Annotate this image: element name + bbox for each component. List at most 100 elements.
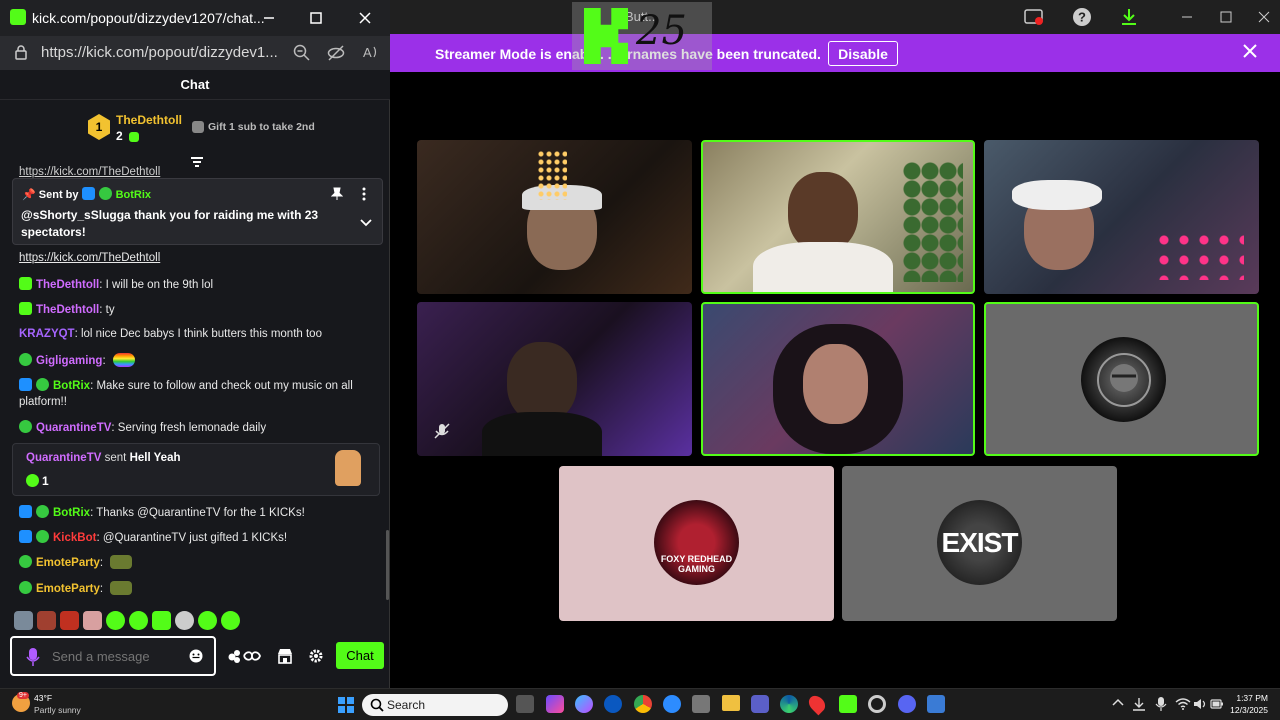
chat-username[interactable]: TheDethtoll (36, 279, 99, 291)
kicks-icon[interactable] (227, 648, 263, 669)
minimize-icon[interactable] (1176, 6, 1198, 28)
maximize-icon[interactable] (1215, 6, 1237, 28)
emote-slot[interactable] (152, 611, 171, 630)
chat-link-message[interactable]: https://kick.com/TheDethtoll (19, 252, 160, 264)
popout-minimize-icon[interactable] (258, 7, 280, 29)
emote-slot[interactable] (106, 611, 125, 630)
verified-badge-icon (19, 420, 32, 433)
chat-scrollbar[interactable] (386, 530, 389, 600)
bot-badge-icon (19, 505, 32, 518)
pinned-app-icon[interactable] (927, 695, 945, 713)
store-app-icon[interactable] (692, 695, 710, 713)
page-info-icon[interactable] (14, 45, 28, 66)
read-aloud-icon[interactable]: A (362, 43, 380, 64)
partial-link[interactable]: https://kick.com/TheDethtoll (19, 166, 160, 178)
maps-pin-icon[interactable] (805, 692, 829, 716)
help-icon[interactable]: ? (1071, 6, 1093, 28)
emote-slot[interactable] (198, 611, 217, 630)
emote-slot[interactable] (60, 611, 79, 630)
discord-icon[interactable] (898, 695, 916, 713)
zoom-out-icon[interactable] (293, 44, 311, 67)
screen-record-icon[interactable] (1023, 6, 1045, 28)
emote-slot[interactable] (37, 611, 56, 630)
popout-url[interactable]: https://kick.com/popout/dizzydev1... (41, 44, 278, 61)
mic-icon[interactable] (26, 647, 40, 672)
video-tile-6[interactable] (984, 302, 1259, 456)
weather-temp[interactable]: 43°F (34, 693, 52, 703)
popout-close-icon[interactable] (354, 7, 376, 29)
chat-message: EmoteParty: (19, 555, 133, 569)
start-icon[interactable] (338, 697, 354, 718)
video-tile-foxy[interactable]: FOXY REDHEAD GAMING (559, 466, 834, 621)
unpin-icon[interactable] (330, 187, 344, 206)
chat-input-box[interactable] (10, 636, 216, 676)
video-tile-1[interactable] (417, 140, 692, 294)
tray-mic-icon[interactable] (1155, 696, 1167, 717)
hoodie-shape (753, 242, 893, 292)
taskbar-search[interactable]: Search (362, 694, 508, 716)
disable-button[interactable]: Disable (828, 41, 898, 66)
more-options-icon[interactable] (361, 187, 367, 206)
weather-desc[interactable]: Partly sunny (34, 705, 81, 715)
popout-url-bar[interactable]: https://kick.com/popout/dizzydev1... A (0, 36, 390, 70)
search-icon (370, 698, 384, 717)
emote-slot[interactable] (83, 611, 102, 630)
popout-maximize-icon[interactable] (305, 7, 327, 29)
video-tile-5[interactable] (701, 302, 975, 456)
video-tile-3[interactable] (984, 140, 1259, 294)
emote-slot[interactable] (221, 611, 240, 630)
emote-slot[interactable] (129, 611, 148, 630)
chat-text: : Serving fresh lemonade daily (111, 422, 267, 434)
clock-time[interactable]: 1:37 PM (1228, 693, 1268, 703)
download-icon[interactable] (1118, 6, 1140, 28)
edge-icon[interactable] (780, 695, 798, 713)
leader-username[interactable]: TheDethtoll (116, 113, 182, 127)
wifi-icon[interactable] (1175, 697, 1191, 715)
zoom-icon[interactable] (663, 695, 681, 713)
clock-date[interactable]: 12/3/2025 (1222, 705, 1268, 715)
settings-gear-icon[interactable] (309, 649, 323, 668)
teams-icon[interactable] (751, 695, 769, 713)
copilot-icon[interactable] (575, 695, 593, 713)
chat-username[interactable]: KRAZYQT (19, 328, 75, 340)
kick-app-icon[interactable] (839, 695, 857, 713)
banner-close-icon[interactable] (1242, 42, 1258, 65)
tray-chevron-icon[interactable] (1112, 697, 1124, 710)
tracking-prevention-icon[interactable] (327, 44, 345, 67)
chat-username[interactable]: BotRix (53, 507, 90, 519)
video-tile-exist[interactable]: EXIST (842, 466, 1117, 621)
close-icon[interactable] (1253, 6, 1275, 28)
gift-icon (192, 121, 204, 133)
chat-username[interactable]: TheDethtoll (36, 304, 99, 316)
leader-count: 2 (116, 129, 143, 143)
gift-sender[interactable]: QuarantineTV (26, 452, 101, 464)
video-tile-4[interactable] (417, 302, 692, 456)
chat-message-input[interactable] (52, 646, 172, 666)
chat-send-button[interactable]: Chat (336, 642, 384, 669)
chat-username[interactable]: QuarantineTV (36, 422, 111, 434)
chat-username[interactable]: Gigligaming (36, 355, 102, 367)
chat-username[interactable]: BotRix (53, 380, 90, 392)
hp-icon[interactable] (604, 695, 622, 713)
task-view-icon[interactable] (516, 695, 534, 713)
volume-icon[interactable] (1193, 697, 1207, 715)
chat-username[interactable]: KickBot (53, 532, 96, 544)
video-tile-2[interactable] (701, 140, 975, 294)
tray-download-icon[interactable] (1132, 697, 1146, 716)
chrome-icon[interactable] (634, 695, 652, 713)
verified-badge-icon (98, 187, 112, 200)
emoji-icon[interactable] (188, 648, 204, 669)
chat-username[interactable]: EmoteParty (36, 583, 100, 595)
copilot-app-icon[interactable] (546, 695, 564, 713)
store-icon[interactable] (277, 648, 293, 669)
chat-text: : (99, 583, 104, 595)
chat-username[interactable]: EmoteParty (36, 557, 100, 569)
leaderboard-collapse-icon[interactable] (190, 155, 204, 173)
emote-slot[interactable] (14, 611, 33, 630)
gift-prompt[interactable]: Gift 1 sub to take 2nd (208, 121, 315, 133)
pinned-sender[interactable]: BotRix (116, 189, 151, 201)
settings-app-icon[interactable] (868, 695, 886, 713)
emote-slot[interactable] (175, 611, 194, 630)
file-explorer-icon[interactable] (722, 695, 740, 711)
expand-chevron-icon[interactable] (360, 214, 372, 232)
